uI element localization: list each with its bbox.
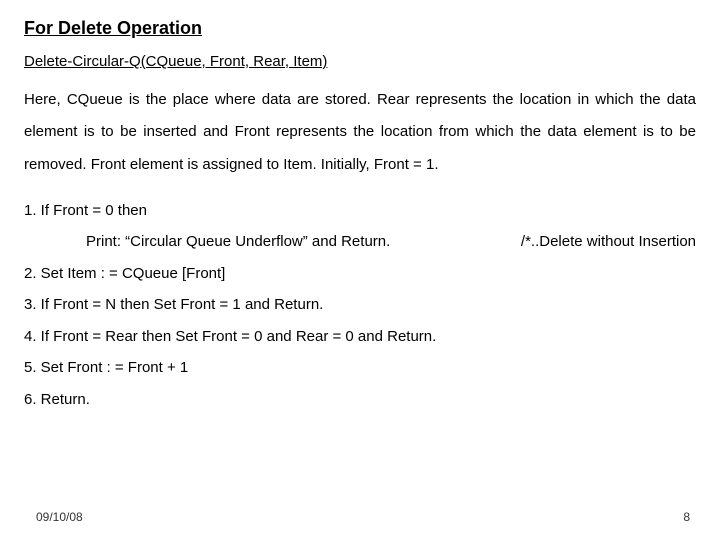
algorithm-steps: 1. If Front = 0 then Print: “Circular Qu… <box>24 195 696 416</box>
step-4: 4. If Front = Rear then Set Front = 0 an… <box>24 321 696 353</box>
section-title: For Delete Operation <box>24 18 696 39</box>
slide-page: For Delete Operation Delete-Circular-Q(C… <box>0 0 720 540</box>
step-1-print: Print: “Circular Queue Underflow” and Re… <box>86 226 390 258</box>
footer-date: 09/10/08 <box>36 510 83 524</box>
step-1-comment: /*..Delete without Insertion <box>497 226 696 258</box>
step-6: 6. Return. <box>24 384 696 416</box>
procedure-signature: Delete-Circular-Q(CQueue, Front, Rear, I… <box>24 53 696 70</box>
footer-page-number: 8 <box>683 510 690 524</box>
step-1-body: Print: “Circular Queue Underflow” and Re… <box>24 226 696 258</box>
description-paragraph: Here, CQueue is the place where data are… <box>24 84 696 181</box>
step-1: 1. If Front = 0 then <box>24 195 696 227</box>
step-5: 5. Set Front : = Front + 1 <box>24 352 696 384</box>
step-2: 2. Set Item : = CQueue [Front] <box>24 258 696 290</box>
step-3: 3. If Front = N then Set Front = 1 and R… <box>24 289 696 321</box>
slide-footer: 09/10/08 8 <box>36 510 690 524</box>
